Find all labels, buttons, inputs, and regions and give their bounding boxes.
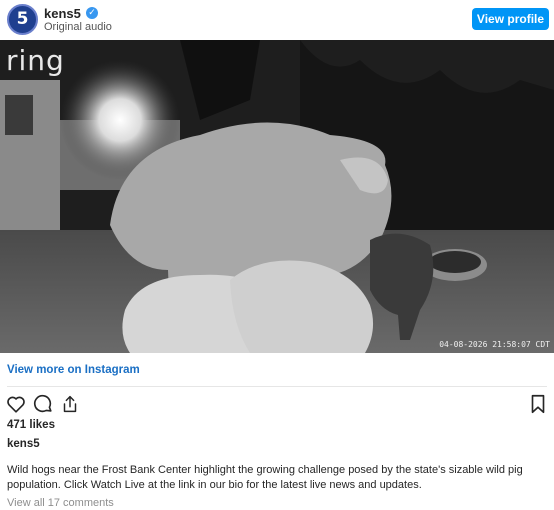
username[interactable]: kens5 xyxy=(44,6,81,21)
post-caption: Wild hogs near the Frost Bank Center hig… xyxy=(7,464,523,491)
audio-label[interactable]: Original audio xyxy=(44,21,112,33)
view-more-link[interactable]: View more on Instagram xyxy=(7,364,140,376)
comment-icon[interactable] xyxy=(32,393,54,415)
divider xyxy=(7,386,547,387)
video-frame xyxy=(0,40,554,353)
share-icon[interactable] xyxy=(59,393,81,415)
post-owner[interactable]: kens5 xyxy=(7,438,40,450)
like-count[interactable]: 471 likes xyxy=(7,419,55,431)
view-comments-link[interactable]: View all 17 comments xyxy=(7,497,114,509)
post-video[interactable]: ring 04-08-2026 21:58:07 CDT xyxy=(0,40,554,353)
view-profile-button[interactable]: View profile xyxy=(472,8,549,30)
ring-logo: ring xyxy=(6,44,65,77)
post-header: 5 kens5 ✓ Original audio View profile xyxy=(0,0,554,40)
verified-badge-icon: ✓ xyxy=(86,7,98,19)
avatar-logo-text: 5 xyxy=(16,9,29,29)
bookmark-icon[interactable] xyxy=(527,393,549,415)
avatar[interactable]: 5 xyxy=(7,4,38,35)
heart-icon[interactable] xyxy=(5,393,27,415)
video-timestamp: 04-08-2026 21:58:07 CDT xyxy=(439,340,550,349)
